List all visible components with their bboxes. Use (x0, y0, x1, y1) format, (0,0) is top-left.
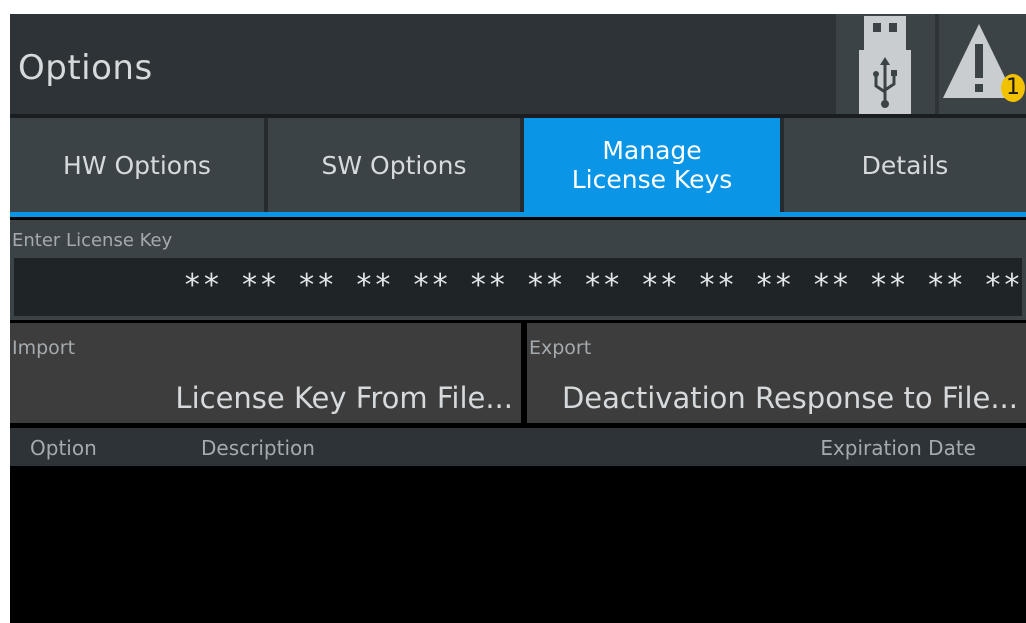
license-table-body[interactable] (10, 466, 1026, 623)
import-value: License Key From File... (175, 381, 513, 415)
active-tab-underline (10, 212, 1026, 217)
tab-hw-options[interactable]: HW Options (10, 118, 264, 214)
import-license-button[interactable]: Import License Key From File... (10, 323, 521, 423)
license-key-label: Enter License Key (12, 230, 173, 251)
column-header-expiration-date[interactable]: Expiration Date (820, 436, 976, 460)
tab-bar: HW Options SW Options Manage License Key… (10, 118, 1026, 215)
usb-stick-icon (859, 16, 911, 114)
export-label: Export (529, 337, 592, 359)
license-key-input[interactable]: ** ** ** ** ** ** ** ** ** ** ** ** ** *… (14, 258, 1022, 316)
warning-button[interactable]: 1 (939, 14, 1026, 114)
dialog-title: Options (18, 48, 153, 88)
export-deactivation-button[interactable]: Export Deactivation Response to File... (527, 323, 1026, 423)
title-bar: Options 1 (10, 14, 1026, 114)
warning-count-badge: 1 (1001, 74, 1025, 102)
options-dialog: Options 1 HW Options SW Options Manage L… (10, 14, 1026, 623)
license-key-value: ** ** ** ** ** ** ** ** ** ** ** ** ** *… (183, 268, 1022, 303)
column-header-description[interactable]: Description (201, 436, 315, 460)
license-key-field[interactable]: Enter License Key ** ** ** ** ** ** ** *… (10, 220, 1026, 320)
import-label: Import (12, 337, 76, 359)
column-header-option[interactable]: Option (30, 436, 97, 460)
tab-details[interactable]: Details (784, 118, 1026, 214)
license-table-header: Option Description Expiration Date (10, 428, 1026, 466)
usb-button[interactable] (836, 14, 935, 114)
tab-sw-options[interactable]: SW Options (268, 118, 520, 214)
export-value: Deactivation Response to File... (561, 381, 1018, 415)
tab-manage-license-keys[interactable]: Manage License Keys (524, 118, 780, 214)
